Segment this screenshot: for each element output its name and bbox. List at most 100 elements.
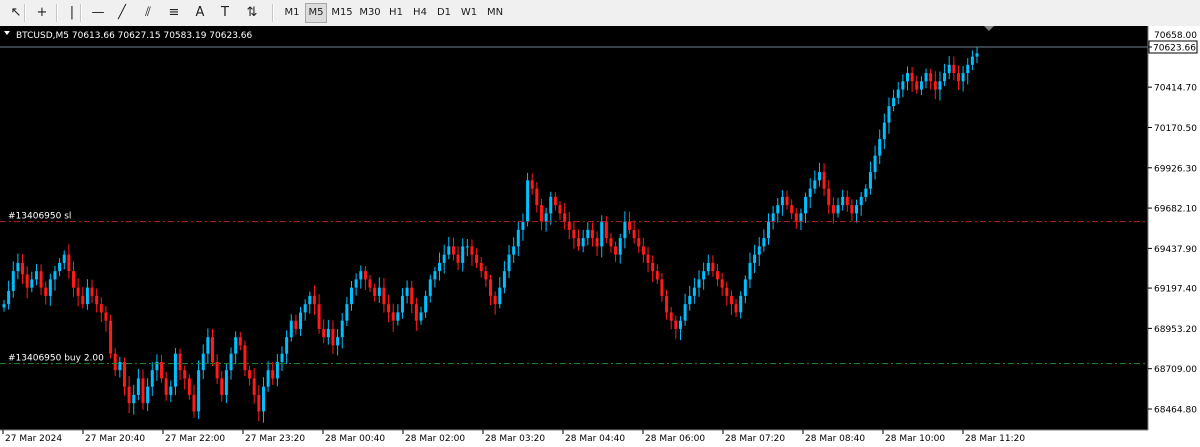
candle-bear (141, 378, 145, 404)
y-tick-label: 69197.40 (1154, 285, 1197, 295)
candle-bear (312, 295, 316, 305)
candle-bear (294, 320, 298, 329)
candle-bull (419, 312, 423, 321)
y-tick-label: 68953.20 (1154, 325, 1197, 335)
candle-bear (535, 188, 539, 206)
candle-bear (363, 271, 367, 280)
x-tick-label: 28 Mar 07:20 (725, 434, 785, 444)
candle-bear (391, 312, 395, 321)
timeframe-button-mn[interactable]: MN (483, 3, 507, 23)
candle-bear (725, 287, 729, 296)
candle-bull (350, 287, 353, 305)
candle-bull (53, 271, 57, 280)
candle-bear (243, 345, 247, 371)
candle-bull (266, 370, 270, 387)
candle-bull (299, 312, 303, 329)
candle-bull (924, 73, 928, 82)
y-tick-label: 68709.00 (1154, 365, 1197, 375)
x-tick-label: 28 Mar 04:40 (565, 434, 625, 444)
candle-bull (521, 221, 525, 230)
candle-bear (729, 295, 733, 305)
candle-bull (359, 271, 363, 280)
candle-bear (211, 337, 214, 362)
candle-bull (498, 287, 502, 305)
candle-bull (345, 304, 349, 321)
candle-bull (48, 279, 52, 296)
candle-bear (220, 378, 224, 395)
candle-bull (85, 287, 89, 305)
trendline-icon[interactable]: ╱ (112, 3, 132, 23)
timeframe-button-h4[interactable]: H4 (409, 3, 431, 23)
y-tick-label: 69437.90 (1154, 245, 1197, 255)
candle-bear (641, 246, 645, 255)
candle-bull (767, 221, 770, 239)
candle-bull (961, 73, 965, 82)
candle-bull (229, 353, 233, 371)
arrows-icon[interactable]: ⇅ (242, 3, 262, 23)
candle-bear (910, 73, 914, 82)
cursor-icon[interactable]: ↖ (6, 3, 26, 23)
candle-bull (882, 122, 886, 140)
candle-bull (34, 271, 38, 280)
candle-bear (669, 312, 673, 321)
candle-bear (794, 213, 798, 222)
candle-bear (164, 378, 168, 395)
candle-bear (665, 295, 669, 313)
horizontal-line-icon[interactable]: — (88, 3, 108, 23)
candle-bull (855, 205, 859, 214)
candle-bear (595, 238, 599, 247)
candle-bear (192, 394, 196, 412)
candle-bull (919, 81, 923, 90)
candle-bear (484, 271, 488, 280)
chart-info-text: BTCUSD,M5 70613.66 70627.15 70583.19 706… (16, 31, 253, 41)
candle-bear (614, 246, 618, 255)
y-tick-label: 70170.50 (1154, 124, 1197, 134)
x-tick-label: 27 Mar 20:40 (85, 434, 145, 444)
candle-bear (489, 279, 492, 296)
candle-bull (461, 246, 465, 263)
timeframe-button-h1[interactable]: H1 (385, 3, 407, 23)
timeframe-button-m30[interactable]: M30 (357, 3, 383, 23)
candle-bull (424, 295, 428, 313)
candle-bear (113, 353, 117, 371)
text-label-icon[interactable]: T (215, 3, 235, 23)
x-tick-label: 27 Mar 22:00 (165, 434, 225, 444)
candle-bear (563, 213, 567, 222)
candle-bull (197, 370, 201, 412)
candle-bull (739, 295, 743, 313)
timeframe-button-w1[interactable]: W1 (457, 3, 481, 23)
candle-bear (414, 304, 418, 321)
candle-bear (238, 337, 242, 346)
candle-bear (21, 262, 25, 275)
timeframe-button-m5[interactable]: M5 (305, 3, 327, 23)
fibonacci-icon[interactable]: ≡ (164, 3, 184, 23)
candle-bull (336, 337, 340, 346)
candle-bull (771, 213, 775, 222)
candle-bear (952, 64, 956, 74)
y-tick-label: 69682.10 (1154, 205, 1197, 215)
candle-bull (354, 279, 358, 288)
crosshair-icon[interactable]: + (32, 3, 52, 23)
candle-bear (655, 271, 659, 280)
candle-bull (326, 328, 330, 338)
timeframe-button-d1[interactable]: D1 (433, 3, 455, 23)
candle-bear (76, 287, 80, 296)
candle-bear (183, 370, 187, 379)
candle-bull (118, 361, 122, 371)
candle-bear (470, 246, 474, 255)
candle-bear (720, 279, 724, 288)
candle-bull (169, 386, 173, 395)
chart-area[interactable]: #13406950 sl #13406950 buy 2.00 70623.66 7… (0, 26, 1200, 447)
stop-loss-label: #13406950 sl (8, 212, 71, 222)
vertical-line-icon[interactable]: | (62, 3, 82, 23)
equidistant-channel-icon[interactable]: ⫽ (138, 3, 158, 23)
candle-bear (317, 304, 321, 329)
candle-bear (39, 271, 43, 288)
timeframe-button-m15[interactable]: M15 (329, 3, 355, 23)
candle-bull (30, 279, 34, 288)
candle-bull (261, 386, 265, 412)
text-icon[interactable]: A (190, 3, 210, 23)
candle-bull (280, 353, 284, 362)
candle-bull (544, 213, 548, 222)
timeframe-button-m1[interactable]: M1 (281, 3, 303, 23)
